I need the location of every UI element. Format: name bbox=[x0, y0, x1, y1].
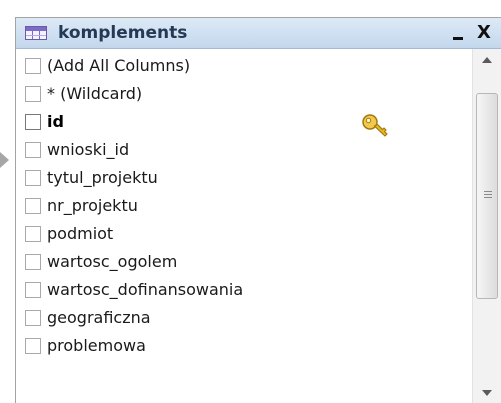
column-checkbox[interactable] bbox=[25, 310, 41, 326]
column-checkbox[interactable] bbox=[25, 58, 41, 74]
column-label: problemowa bbox=[47, 336, 146, 355]
key-icon bbox=[362, 114, 388, 137]
row-pointer-icon bbox=[0, 152, 9, 168]
minimize-button[interactable] bbox=[448, 23, 468, 43]
column-label: * (Wildcard) bbox=[47, 84, 143, 103]
column-checkbox[interactable] bbox=[25, 198, 41, 214]
column-label: wartosc_dofinansowania bbox=[47, 280, 244, 299]
column-item[interactable]: tytul_projektu bbox=[16, 165, 472, 193]
column-checkbox[interactable] bbox=[25, 142, 41, 158]
column-checkbox[interactable] bbox=[25, 170, 41, 186]
column-item[interactable]: wartosc_dofinansowania bbox=[16, 277, 472, 305]
column-checkbox[interactable] bbox=[25, 282, 41, 298]
scrollbar-thumb[interactable] bbox=[476, 93, 498, 299]
table-title: komplements bbox=[58, 23, 188, 43]
column-label: wartosc_ogolem bbox=[47, 252, 178, 271]
scroll-down-button[interactable] bbox=[473, 382, 501, 403]
table-icon bbox=[25, 26, 47, 40]
column-item[interactable]: (Add All Columns) bbox=[16, 53, 472, 81]
column-item[interactable]: wartosc_ogolem bbox=[16, 249, 472, 277]
column-checkbox[interactable] bbox=[25, 86, 41, 102]
query-designer-canvas: komplements X (Add All Columns) * (Wildca… bbox=[0, 0, 501, 403]
column-label: geograficzna bbox=[47, 308, 151, 327]
vertical-scrollbar[interactable] bbox=[472, 49, 501, 403]
column-checkbox[interactable] bbox=[25, 226, 41, 242]
column-label: wnioski_id bbox=[47, 140, 130, 159]
column-item[interactable]: wnioski_id bbox=[16, 137, 472, 165]
close-button[interactable]: X bbox=[474, 23, 494, 43]
table-titlebar[interactable]: komplements X bbox=[16, 18, 501, 49]
column-checkbox[interactable] bbox=[25, 114, 41, 130]
column-item[interactable]: nr_projektu bbox=[16, 193, 472, 221]
chevron-up-icon bbox=[482, 57, 492, 63]
column-checkbox[interactable] bbox=[25, 254, 41, 270]
column-label: podmiot bbox=[47, 224, 114, 243]
column-label: tytul_projektu bbox=[47, 168, 158, 187]
column-label: id bbox=[47, 112, 64, 131]
scroll-up-button[interactable] bbox=[473, 49, 501, 71]
column-item[interactable]: geograficzna bbox=[16, 305, 472, 333]
column-list: (Add All Columns) * (Wildcard) id wnioski_i… bbox=[16, 49, 472, 403]
column-item[interactable]: * (Wildcard) bbox=[16, 81, 472, 109]
column-item[interactable]: podmiot bbox=[16, 221, 472, 249]
column-label: nr_projektu bbox=[47, 196, 138, 215]
column-item[interactable]: id bbox=[16, 109, 472, 137]
column-label: (Add All Columns) bbox=[47, 56, 191, 75]
chevron-down-icon bbox=[482, 390, 492, 396]
column-item[interactable]: problemowa bbox=[16, 333, 472, 361]
table-window-komplements[interactable]: komplements X (Add All Columns) * (Wildca… bbox=[15, 17, 501, 403]
column-checkbox[interactable] bbox=[25, 338, 41, 354]
